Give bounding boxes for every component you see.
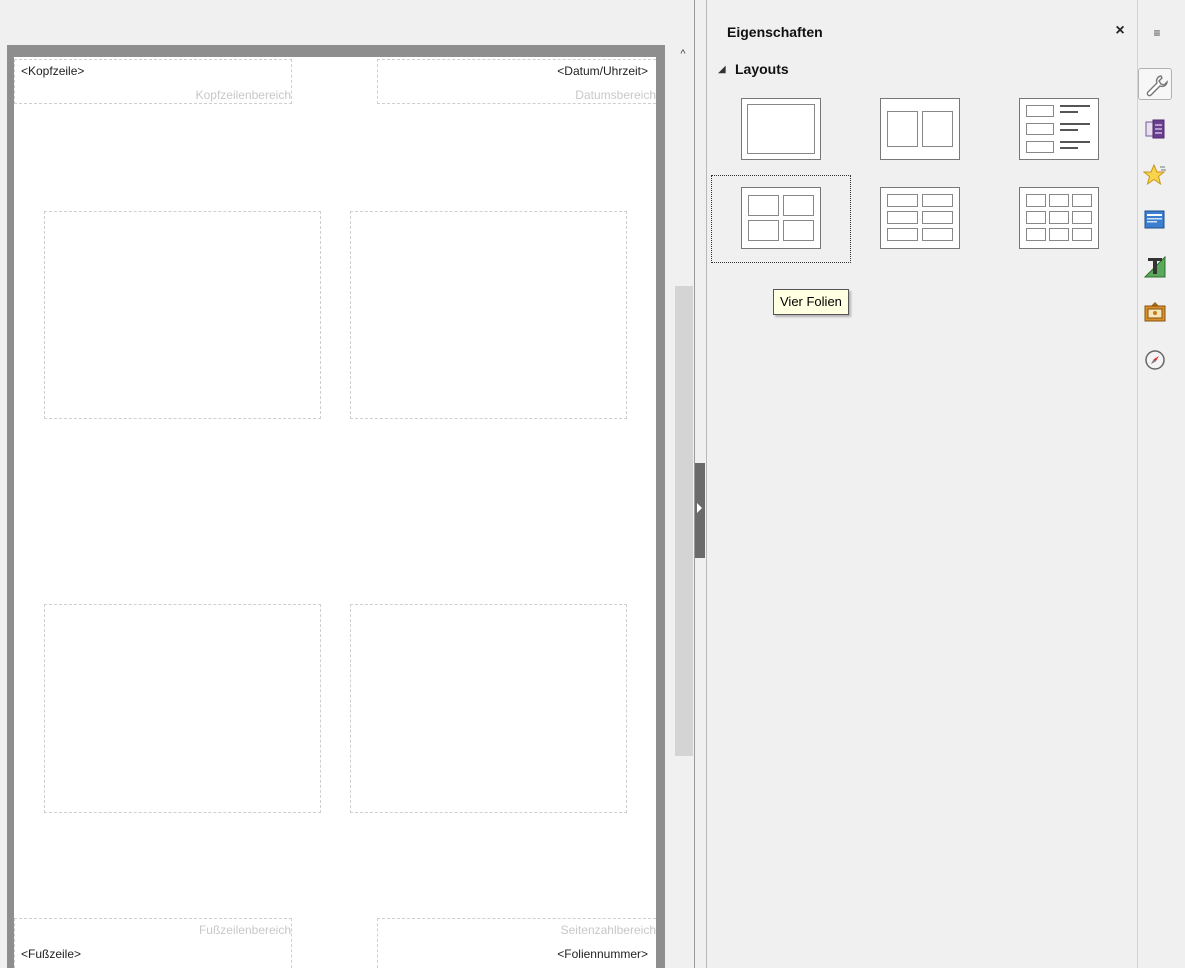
layout-tooltip: Vier Folien <box>773 289 849 315</box>
layout-six-slides[interactable] <box>850 175 990 263</box>
handout-page[interactable]: <Kopfzeile> Kopfzeilenbereich <Datum/Uhr… <box>14 57 656 968</box>
wrench-icon <box>1146 75 1168 97</box>
styles-icon <box>1143 255 1166 278</box>
layout-two-slides[interactable] <box>850 86 990 174</box>
sidebar-menu-icon[interactable]: ≡ <box>1144 22 1170 44</box>
page-number-field: <Foliennummer> <box>557 947 648 961</box>
layout-thumbnail <box>880 98 960 160</box>
layout-three-slides-notes[interactable] <box>989 86 1129 174</box>
scroll-up-icon[interactable]: ^ <box>672 46 694 62</box>
layout-thumbnail <box>741 98 821 160</box>
header-area-caption: Kopfzeilenbereich <box>195 88 291 102</box>
date-area-caption: Datumsbereich <box>575 88 656 102</box>
tab-properties[interactable] <box>1138 68 1172 100</box>
page-number-placeholder[interactable]: Seitenzahlbereich <Foliennummer> <box>377 918 656 968</box>
vertical-scrollbar-thumb[interactable] <box>675 286 693 756</box>
tab-custom-animation[interactable] <box>1138 159 1172 191</box>
deck-title: Eigenschaften <box>727 24 823 40</box>
page-number-area-caption: Seitenzahlbereich <box>560 923 656 937</box>
tab-navigator[interactable] <box>1138 344 1172 376</box>
footer-area-caption: Fußzeilenbereich <box>198 923 291 937</box>
master-slides-icon <box>1144 210 1165 229</box>
navigator-icon <box>1145 350 1165 370</box>
layout-one-slide[interactable] <box>711 86 851 174</box>
footer-field: <Fußzeile> <box>21 947 82 961</box>
layout-thumbnail <box>741 187 821 249</box>
collapse-arrow-icon <box>697 503 702 513</box>
slide-placeholder-1[interactable] <box>44 211 321 419</box>
slide-transition-icon <box>1145 119 1165 139</box>
tab-gallery[interactable] <box>1138 296 1172 328</box>
gallery-icon <box>1144 302 1166 322</box>
layouts-panel-title: Layouts <box>735 61 789 77</box>
layout-thumbnail <box>1019 98 1099 160</box>
layout-thumbnail <box>880 187 960 249</box>
layout-thumbnail <box>1019 187 1099 249</box>
sidebar-tabbar <box>1138 0 1185 968</box>
date-placeholder[interactable]: <Datum/Uhrzeit> Datumsbereich <box>377 59 656 104</box>
close-icon[interactable]: × <box>1110 20 1130 42</box>
animation-star-icon <box>1143 163 1166 186</box>
tab-styles[interactable] <box>1138 251 1172 283</box>
layout-nine-slides[interactable] <box>989 175 1129 263</box>
header-placeholder[interactable]: <Kopfzeile> Kopfzeilenbereich <box>14 59 292 104</box>
tab-slide-transition[interactable] <box>1138 113 1172 145</box>
header-field: <Kopfzeile> <box>21 64 85 78</box>
tab-master-slides[interactable] <box>1138 204 1172 236</box>
slide-placeholder-3[interactable] <box>44 604 321 813</box>
panel-collapse-arrow-icon[interactable]: ◢ <box>718 64 726 75</box>
layout-four-slides[interactable] <box>711 175 851 263</box>
date-field: <Datum/Uhrzeit> <box>557 64 648 78</box>
footer-placeholder[interactable]: Fußzeilenbereich <Fußzeile> <box>14 918 292 968</box>
slide-placeholder-2[interactable] <box>350 211 627 419</box>
slide-placeholder-4[interactable] <box>350 604 627 813</box>
